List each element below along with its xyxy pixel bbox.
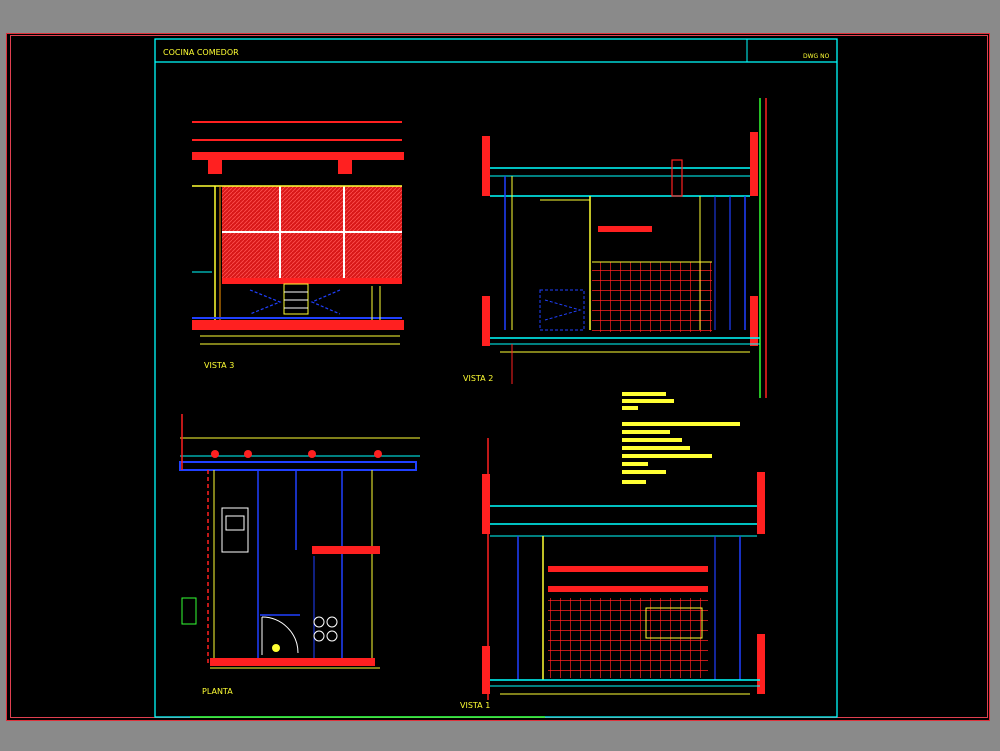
notes-block [622,392,740,484]
vista2-drawing: VISTA 2 [463,98,767,398]
vista1-drawing: VISTA 1 [460,438,765,710]
vista3-drawing: VISTA 3 [192,121,404,370]
vista3-label: VISTA 3 [204,361,234,370]
drawing-canvas: COCINA COMEDOR DWG NO VISTA 3 VISTA 2 PL… [154,38,838,718]
vista1-label: VISTA 1 [460,701,490,710]
sheet-title: COCINA COMEDOR [163,48,239,57]
planta-drawing: PLANTA [179,414,420,696]
vista2-label: VISTA 2 [463,374,493,383]
planta-label: PLANTA [202,687,233,696]
cad-viewport: COCINA COMEDOR DWG NO VISTA 3 VISTA 2 PL… [0,0,1000,751]
sheet-number: DWG NO [803,53,830,60]
